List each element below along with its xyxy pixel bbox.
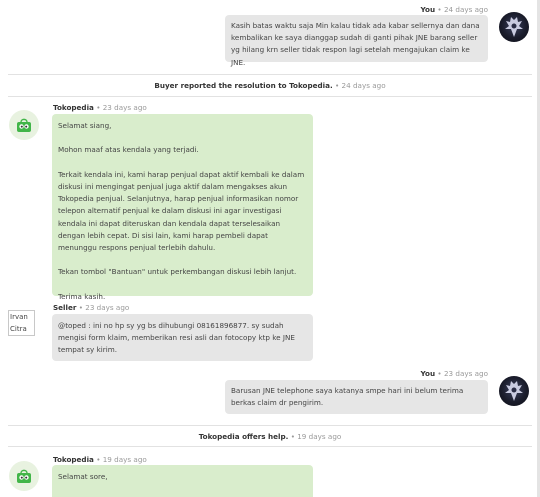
- message-paragraph: Terkait kendala ini, kami harap penjual …: [58, 169, 305, 252]
- system-event-text: Tokopedia offers help.: [198, 432, 289, 441]
- message-text: Selamat sore,: [58, 472, 108, 481]
- winged-emblem-icon: [505, 381, 523, 401]
- message-meta: You • 24 days ago: [421, 5, 489, 14]
- tokopedia-bag-icon: [17, 118, 31, 132]
- divider: [8, 446, 532, 447]
- message-meta: Tokopedia • 23 days ago: [53, 103, 147, 112]
- separator: •: [96, 455, 101, 464]
- message-text: @toped : ini no hp sy yg bs dihubungi 08…: [58, 321, 295, 355]
- user-avatar: [499, 376, 529, 406]
- message-meta: Tokopedia • 19 days ago: [53, 455, 147, 464]
- message-meta: You • 23 days ago: [421, 369, 489, 378]
- system-event-time: 24 days ago: [341, 81, 386, 90]
- message-paragraph: Tekan tombol "Bantuan" untuk perkembanga…: [58, 267, 297, 277]
- system-event-time: 19 days ago: [297, 432, 342, 441]
- system-event-text: Buyer reported the resolution to Tokoped…: [154, 81, 333, 90]
- message-bubble: Selamat sore,: [52, 465, 313, 497]
- seller-name-tag: Irvan Citra: [8, 310, 35, 336]
- message-time: 23 days ago: [85, 303, 130, 312]
- separator: •: [437, 369, 442, 378]
- separator: •: [78, 303, 83, 312]
- message-text: Barusan JNE telephone saya katanya smpe …: [231, 386, 464, 408]
- divider: [8, 74, 532, 75]
- winged-emblem-icon: [505, 17, 523, 37]
- message-meta: Seller • 23 days ago: [53, 303, 129, 312]
- message-bubble: Selamat siang, Mohon maaf atas kendala y…: [52, 114, 313, 301]
- tokopedia-bag-icon: [17, 469, 31, 483]
- system-event: Buyer reported the resolution to Tokoped…: [0, 81, 540, 90]
- divider: [8, 425, 532, 426]
- sender-name: Tokopedia: [53, 455, 94, 464]
- separator: •: [290, 432, 295, 441]
- message-bubble: Kasih batas waktu saja Min kalau tidak a…: [225, 15, 488, 67]
- system-event: Tokopedia offers help. • 19 days ago: [0, 432, 540, 441]
- separator: •: [96, 103, 101, 112]
- message-text: Kasih batas waktu saja Min kalau tidak a…: [231, 21, 480, 67]
- separator: •: [335, 81, 340, 90]
- tokopedia-avatar: [9, 461, 39, 491]
- divider: [8, 96, 532, 97]
- sender-name: Tokopedia: [53, 103, 94, 112]
- message-time: 19 days ago: [102, 455, 147, 464]
- message-time: 23 days ago: [102, 103, 147, 112]
- message-paragraph: Mohon maaf atas kendala yang terjadi.: [58, 145, 199, 155]
- message-time: 24 days ago: [443, 5, 488, 14]
- user-avatar: [499, 12, 529, 42]
- tokopedia-avatar: [9, 110, 39, 140]
- sender-name: Seller: [53, 303, 77, 312]
- message-paragraph: Selamat siang,: [58, 121, 112, 130]
- message-bubble: Barusan JNE telephone saya katanya smpe …: [225, 380, 488, 414]
- message-paragraph: Terima kasih.: [58, 291, 106, 301]
- message-bubble: @toped : ini no hp sy yg bs dihubungi 08…: [52, 314, 313, 361]
- sender-name: You: [420, 369, 436, 378]
- sender-name: You: [420, 5, 436, 14]
- message-time: 23 days ago: [443, 369, 488, 378]
- separator: •: [437, 5, 442, 14]
